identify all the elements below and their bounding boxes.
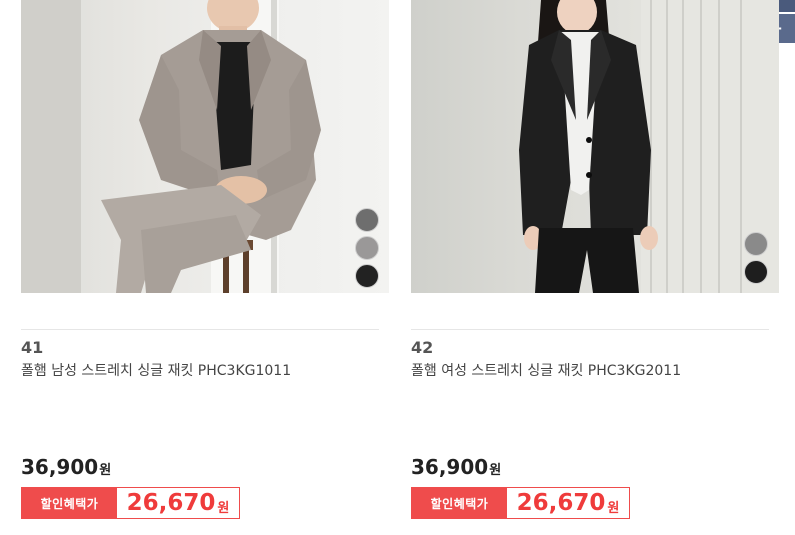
product-image[interactable] (21, 0, 389, 293)
color-swatch[interactable] (355, 236, 379, 260)
color-swatch[interactable] (355, 208, 379, 232)
product-card[interactable]: 41 폴햄 남성 스트레치 싱글 재킷 PHC3KG1011 36,900원 할… (21, 0, 389, 535)
currency: 원 (489, 463, 502, 478)
color-swatch[interactable] (355, 264, 379, 288)
product-name[interactable]: 폴햄 남성 스트레치 싱글 재킷 PHC3KG1011 (21, 360, 291, 380)
discount-box: 할인혜택가 26,670 원 (411, 487, 630, 519)
color-swatches (355, 208, 379, 288)
product-price: 36,900원 (411, 455, 501, 479)
product-name[interactable]: 폴햄 여성 스트레치 싱글 재킷 PHC3KG2011 (411, 360, 681, 380)
product-price: 36,900원 (21, 455, 111, 479)
discount-label: 할인혜택가 (412, 488, 507, 518)
divider (21, 329, 379, 330)
discount-price: 26,670 원 (117, 488, 239, 518)
currency: 원 (217, 500, 230, 516)
product-card[interactable]: 42 폴햄 여성 스트레치 싱글 재킷 PHC3KG2011 36,900원 할… (411, 0, 779, 535)
woman-in-suit-photo (519, 0, 779, 293)
discount-price-value: 26,670 (126, 490, 216, 516)
currency: 원 (607, 500, 620, 516)
discount-price: 26,670 원 (507, 488, 629, 518)
product-image[interactable] (411, 0, 779, 293)
color-swatch[interactable] (744, 232, 768, 256)
discount-price-value: 26,670 (516, 490, 606, 516)
color-swatch[interactable] (744, 260, 768, 284)
product-number: 41 (21, 338, 44, 357)
currency: 원 (99, 463, 112, 478)
discount-label: 할인혜택가 (22, 488, 117, 518)
price-value: 36,900 (411, 455, 489, 479)
divider (411, 329, 769, 330)
product-number: 42 (411, 338, 434, 357)
price-value: 36,900 (21, 455, 99, 479)
discount-box: 할인혜택가 26,670 원 (21, 487, 240, 519)
color-swatches (744, 232, 768, 284)
man-in-suit-photo (21, 0, 321, 293)
